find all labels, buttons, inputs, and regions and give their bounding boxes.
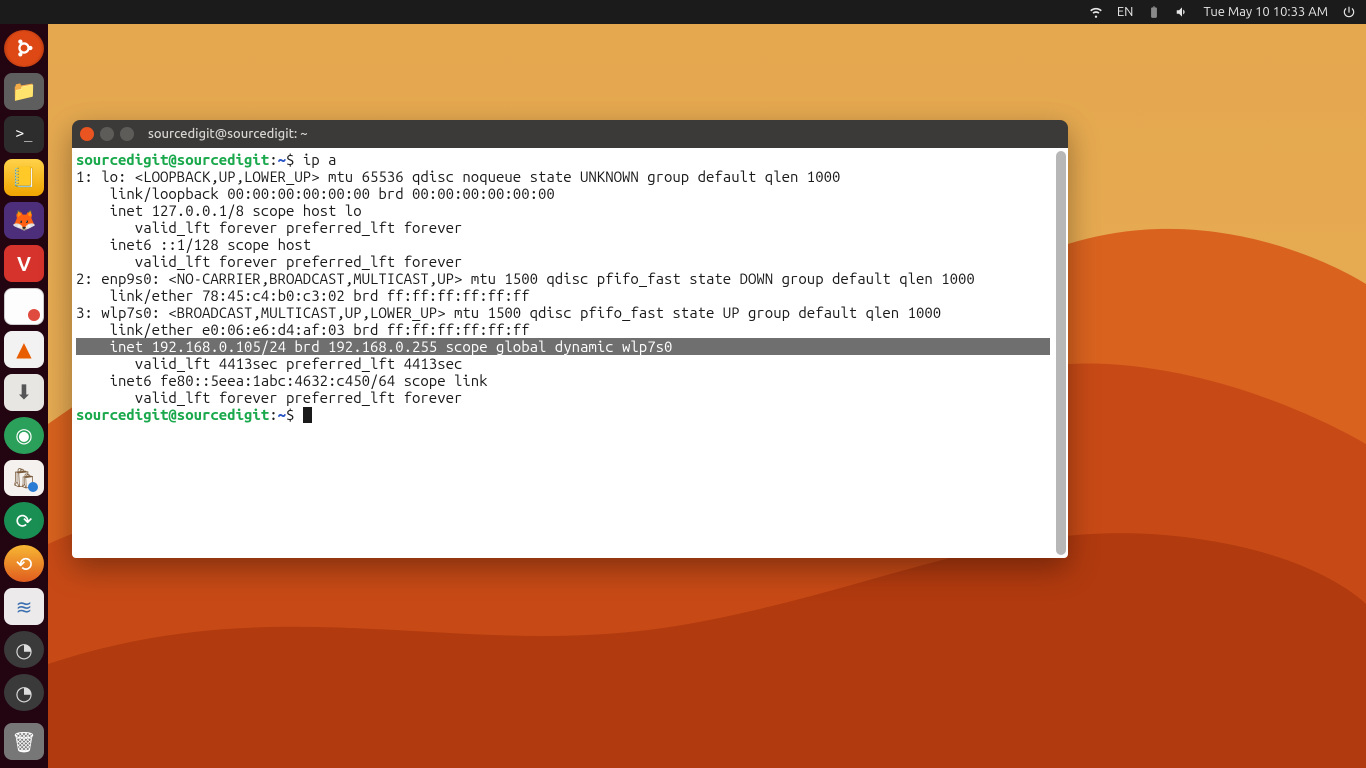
- terminal-scrollbar[interactable]: [1056, 151, 1066, 555]
- terminal-output-line: inet 127.0.0.1/8 scope host lo: [76, 202, 362, 219]
- launcher-dock: 📁 >_ 📒 🦊 V ▲ ⬇ ◉ 🛍 ⟳ ⟲ ≋ ◔ ◔ 🗑: [0, 24, 48, 768]
- window-minimize-button[interactable]: [100, 127, 114, 141]
- clock[interactable]: Tue May 10 10:33 AM: [1203, 5, 1328, 19]
- battery-icon: [1147, 5, 1161, 19]
- sound-indicator[interactable]: [1175, 5, 1189, 19]
- network-indicator[interactable]: [1089, 5, 1103, 19]
- software-center-icon[interactable]: ≋: [4, 588, 44, 625]
- terminal-output-line: valid_lft forever preferred_lft forever: [76, 389, 462, 406]
- prompt-user: sourcedigit@sourcedigit: [76, 406, 269, 423]
- window-title: sourcedigit@sourcedigit: ~: [148, 127, 308, 141]
- sync-icon[interactable]: ⟲: [4, 545, 44, 582]
- shutter-icon[interactable]: ◉: [4, 417, 44, 454]
- vivaldi-icon[interactable]: V: [4, 245, 44, 282]
- indicator-1-icon[interactable]: ◔: [4, 631, 44, 668]
- window-close-button[interactable]: [80, 127, 94, 141]
- terminal-cursor: [303, 407, 312, 423]
- prompt-path: ~: [278, 406, 286, 423]
- archive-icon[interactable]: ⬇: [4, 374, 44, 411]
- terminal-launcher-icon[interactable]: >_: [4, 116, 44, 153]
- top-menu-bar: EN Tue May 10 10:33 AM: [0, 0, 1366, 24]
- terminal-highlighted-line: inet 192.168.0.105/24 brd 192.168.0.255 …: [76, 338, 1050, 355]
- window-titlebar[interactable]: sourcedigit@sourcedigit: ~: [72, 120, 1068, 148]
- text-editor-icon[interactable]: [4, 288, 44, 325]
- software-bag-icon[interactable]: 🛍: [4, 460, 44, 497]
- prompt-path: ~: [278, 151, 286, 168]
- keyboard-layout-indicator[interactable]: EN: [1117, 5, 1134, 19]
- prompt-user: sourcedigit@sourcedigit: [76, 151, 269, 168]
- firefox-icon[interactable]: 🦊: [4, 202, 44, 239]
- terminal-output-line: 2: enp9s0: <NO-CARRIER,BROADCAST,MULTICA…: [76, 270, 975, 287]
- updater-icon[interactable]: ⟳: [4, 502, 44, 539]
- terminal-body[interactable]: sourcedigit@sourcedigit:~$ ip a 1: lo: <…: [72, 148, 1068, 558]
- notes-icon[interactable]: 📒: [4, 159, 44, 196]
- terminal-output-line: inet6 ::1/128 scope host: [76, 236, 311, 253]
- window-maximize-button[interactable]: [120, 127, 134, 141]
- vlc-icon[interactable]: ▲: [4, 331, 44, 368]
- ubuntu-logo-icon: [13, 37, 35, 59]
- terminal-output-line: link/ether 78:45:c4:b0:c3:02 brd ff:ff:f…: [76, 287, 530, 304]
- power-icon: [1342, 5, 1356, 19]
- terminal-window: sourcedigit@sourcedigit: ~ sourcedigit@s…: [72, 120, 1068, 558]
- terminal-output-line: link/loopback 00:00:00:00:00:00 brd 00:0…: [76, 185, 555, 202]
- trash-icon[interactable]: 🗑: [4, 723, 44, 760]
- terminal-output-line: 1: lo: <LOOPBACK,UP,LOWER_UP> mtu 65536 …: [76, 168, 840, 185]
- indicator-2-icon[interactable]: ◔: [4, 674, 44, 711]
- terminal-output-line: link/ether e0:06:e6:d4:af:03 brd ff:ff:f…: [76, 321, 530, 338]
- terminal-output-line: valid_lft forever preferred_lft forever: [76, 219, 462, 236]
- session-indicator[interactable]: [1342, 5, 1356, 19]
- terminal-output-line: valid_lft 4413sec preferred_lft 4413sec: [76, 355, 462, 372]
- terminal-output-line: inet6 fe80::5eea:1abc:4632:c450/64 scope…: [76, 372, 488, 389]
- volume-icon: [1175, 5, 1189, 19]
- terminal-output-line: valid_lft forever preferred_lft forever: [76, 253, 462, 270]
- dash-icon[interactable]: [4, 30, 44, 67]
- wifi-icon: [1089, 5, 1103, 19]
- battery-indicator[interactable]: [1147, 5, 1161, 19]
- terminal-command: ip a: [303, 151, 337, 168]
- terminal-output-line: 3: wlp7s0: <BROADCAST,MULTICAST,UP,LOWER…: [76, 304, 941, 321]
- files-icon[interactable]: 📁: [4, 73, 44, 110]
